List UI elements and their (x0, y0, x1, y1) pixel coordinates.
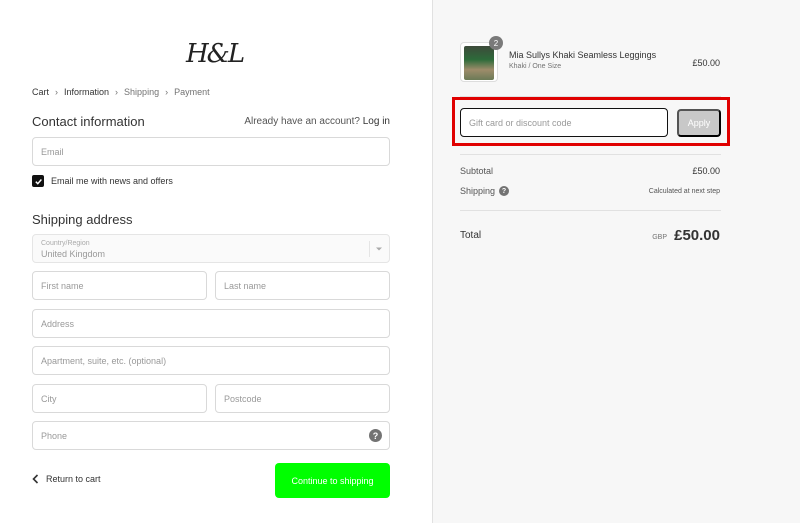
subtotal-value: £50.00 (692, 166, 720, 176)
newsletter-option[interactable]: Email me with news and offers (32, 175, 173, 187)
chevron-right-icon: › (165, 87, 169, 97)
subtotal-label-text: Subtotal (460, 166, 494, 176)
shipping-label: Shipping ? (460, 186, 510, 196)
country-select[interactable]: Country/Region United Kingdom (32, 234, 390, 263)
apartment-placeholder: Apartment, suite, etc. (optional) (41, 355, 167, 366)
breadcrumb-shipping: Shipping (124, 87, 160, 97)
login-link[interactable]: Log in (363, 116, 390, 127)
breadcrumb: Cart › Information › Shipping › Payment (32, 87, 210, 97)
last-name-field[interactable]: Last name (215, 271, 390, 300)
address-placeholder: Address (41, 318, 75, 329)
product-variant: Khaki / One Size (509, 63, 562, 70)
return-to-cart-link[interactable]: Return to cart (32, 474, 101, 484)
shipping-section-title: Shipping address (32, 212, 133, 227)
total-currency: GBP (652, 234, 667, 241)
contact-section-title: Contact information (32, 114, 145, 129)
total-label: Total (460, 230, 482, 241)
breadcrumb-information: Information (64, 87, 110, 97)
discount-code-input[interactable]: Gift card or discount code (460, 108, 668, 137)
first-name-placeholder: First name (41, 280, 84, 291)
last-name-placeholder: Last name (224, 280, 267, 291)
breadcrumb-payment: Payment (174, 87, 210, 97)
shipping-label-text: Shipping (460, 186, 496, 196)
return-to-cart-label: Return to cart (46, 474, 101, 484)
login-prompt: Already have an account? Log in (244, 116, 390, 127)
quantity-badge: 2 (489, 36, 503, 50)
check-icon (34, 178, 42, 185)
email-field[interactable]: Email (32, 137, 390, 166)
newsletter-label: Email me with news and offers (51, 176, 173, 186)
shipping-value: Calculated at next step (648, 188, 720, 195)
product-name: Mia Sullys Khaki Seamless Leggings (509, 50, 657, 60)
login-prompt-text: Already have an account? (244, 116, 360, 127)
subtotal-label: Subtotal (460, 166, 493, 176)
help-icon[interactable]: ? (369, 429, 382, 442)
address-field[interactable]: Address (32, 309, 390, 338)
apartment-field[interactable]: Apartment, suite, etc. (optional) (32, 346, 390, 375)
help-icon[interactable]: ? (499, 186, 510, 196)
product-image (464, 46, 494, 80)
store-logo-text: H&L (186, 39, 245, 69)
first-name-field[interactable]: First name (32, 271, 207, 300)
chevron-down-icon (369, 241, 383, 257)
chevron-left-icon (32, 474, 39, 484)
city-field[interactable]: City (32, 384, 207, 413)
phone-placeholder: Phone (41, 430, 68, 441)
order-summary-panel: 2 Mia Sullys Khaki Seamless Leggings Kha… (432, 0, 800, 523)
country-value: United Kingdom (41, 249, 106, 259)
divider (460, 210, 721, 211)
continue-to-shipping-button[interactable]: Continue to shipping (275, 463, 390, 498)
postcode-placeholder: Postcode (224, 393, 262, 404)
chevron-right-icon: › (115, 87, 119, 97)
store-logo[interactable]: H&L (186, 34, 245, 74)
product-thumbnail: 2 (460, 36, 503, 82)
country-label: Country/Region (41, 240, 90, 247)
email-placeholder: Email (41, 146, 64, 157)
apply-discount-button[interactable]: Apply (677, 109, 721, 137)
postcode-field[interactable]: Postcode (215, 384, 390, 413)
discount-code-placeholder: Gift card or discount code (469, 117, 572, 128)
product-price: £50.00 (692, 58, 720, 68)
newsletter-checkbox[interactable] (32, 175, 44, 187)
breadcrumb-cart[interactable]: Cart (32, 87, 49, 97)
checkout-form-panel: H&L Cart › Information › Shipping › Paym… (0, 0, 432, 523)
city-placeholder: City (41, 393, 57, 404)
total-value: £50.00 (674, 227, 720, 244)
divider (460, 154, 721, 155)
chevron-right-icon: › (55, 87, 59, 97)
phone-field[interactable]: Phone ? (32, 421, 390, 450)
